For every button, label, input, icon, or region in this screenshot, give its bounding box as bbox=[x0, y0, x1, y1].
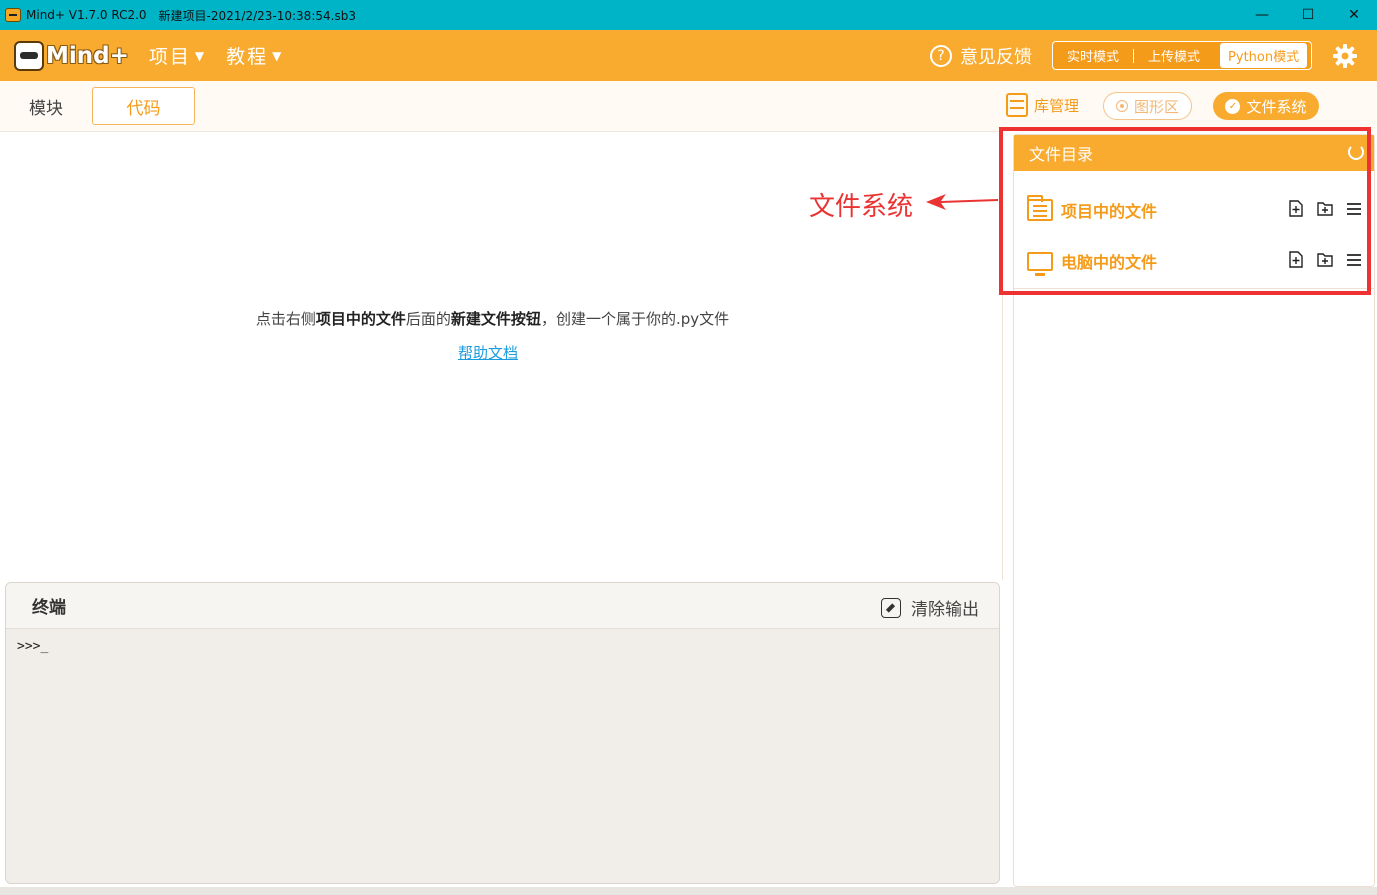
robot-logo-icon bbox=[14, 40, 44, 71]
feedback-label: 意见反馈 bbox=[960, 47, 1032, 68]
help-docs-link[interactable]: 帮助文档 bbox=[458, 342, 518, 363]
file-system-label: 文件系统 bbox=[1246, 97, 1307, 116]
app-icon bbox=[5, 8, 21, 22]
annotation-label: 文件系统 bbox=[809, 192, 914, 222]
bottom-strip bbox=[0, 887, 1377, 895]
question-icon: ? bbox=[930, 45, 952, 67]
hint-prefix: 点击右侧 bbox=[255, 310, 316, 328]
library-manager-label: 库管理 bbox=[1034, 96, 1080, 115]
window-controls: — ☐ ✕ bbox=[1239, 0, 1377, 30]
mode-realtime[interactable]: 实时模式 bbox=[1053, 42, 1133, 69]
clear-output-label: 清除输出 bbox=[911, 600, 979, 620]
gear-icon[interactable] bbox=[1332, 43, 1358, 69]
sub-toolbar: 模块 代码 库管理 图形区 ✓ 文件系统 bbox=[0, 81, 1377, 131]
mode-upload[interactable]: 上传模式 bbox=[1134, 42, 1214, 69]
maximize-button[interactable]: ☐ bbox=[1285, 0, 1331, 30]
mindplus-logo: Mind+ bbox=[14, 36, 129, 76]
radio-dot-icon bbox=[1115, 100, 1128, 112]
check-icon: ✓ bbox=[1225, 98, 1241, 114]
eraser-icon bbox=[881, 597, 901, 618]
menu-tutorial[interactable]: 教程 ▼ bbox=[226, 42, 283, 69]
library-icon bbox=[1006, 93, 1028, 117]
hint-suffix: ，创建一个属于你的.py文件 bbox=[540, 310, 730, 328]
highlight-box bbox=[999, 127, 1371, 295]
caret-down-icon: ▼ bbox=[272, 48, 284, 63]
tab-blocks[interactable]: 模块 bbox=[0, 87, 92, 125]
terminal-prompt[interactable]: >>>_ bbox=[17, 639, 999, 654]
tab-code[interactable]: 代码 bbox=[92, 87, 195, 125]
mode-switcher: 实时模式 上传模式 Python模式 bbox=[1052, 41, 1312, 70]
terminal-header: 终端 清除输出 bbox=[6, 583, 999, 629]
close-button[interactable]: ✕ bbox=[1331, 0, 1377, 30]
graphics-area-label: 图形区 bbox=[1133, 97, 1179, 116]
file-system-button[interactable]: ✓ 文件系统 bbox=[1213, 92, 1319, 120]
empty-editor-hint: 点击右侧项目中的文件后面的新建文件按钮，创建一个属于你的.py文件 bbox=[0, 308, 985, 329]
library-manager-button[interactable]: 库管理 bbox=[1006, 93, 1079, 117]
hint-mid: 后面的 bbox=[405, 310, 451, 328]
title-bar: Mind+ V1.7.0 RC2.0 新建项目-2021/2/23-10:38:… bbox=[0, 0, 1377, 30]
minimize-button[interactable]: — bbox=[1239, 0, 1285, 30]
hint-new-file-button: 新建文件按钮 bbox=[450, 310, 541, 328]
caret-down-icon: ▼ bbox=[194, 48, 207, 63]
main-header: Mind+ 项目 ▼ 教程 ▼ ? 意见反馈 实时模式 上传模式 Python模… bbox=[0, 30, 1377, 81]
menu-tutorial-label: 教程 bbox=[226, 46, 269, 68]
hint-project-files: 项目中的文件 bbox=[315, 310, 406, 328]
annotation-arrow-icon bbox=[926, 194, 998, 210]
mode-python[interactable]: Python模式 bbox=[1220, 43, 1308, 68]
terminal-panel: 终端 清除输出 >>>_ bbox=[5, 582, 1000, 884]
app-title: Mind+ V1.7.0 RC2.0 bbox=[26, 8, 147, 22]
graphics-area-button[interactable]: 图形区 bbox=[1103, 92, 1192, 120]
clear-output-button[interactable]: 清除输出 bbox=[881, 595, 979, 620]
logo-text: Mind+ bbox=[46, 42, 129, 69]
menu-project[interactable]: 项目 ▼ bbox=[149, 42, 206, 69]
file-name: 新建项目-2021/2/23-10:38:54.sb3 bbox=[158, 8, 356, 23]
terminal-title: 终端 bbox=[32, 598, 66, 618]
feedback-button[interactable]: ? 意见反馈 bbox=[930, 43, 1032, 69]
menu-project-label: 项目 bbox=[148, 46, 191, 68]
